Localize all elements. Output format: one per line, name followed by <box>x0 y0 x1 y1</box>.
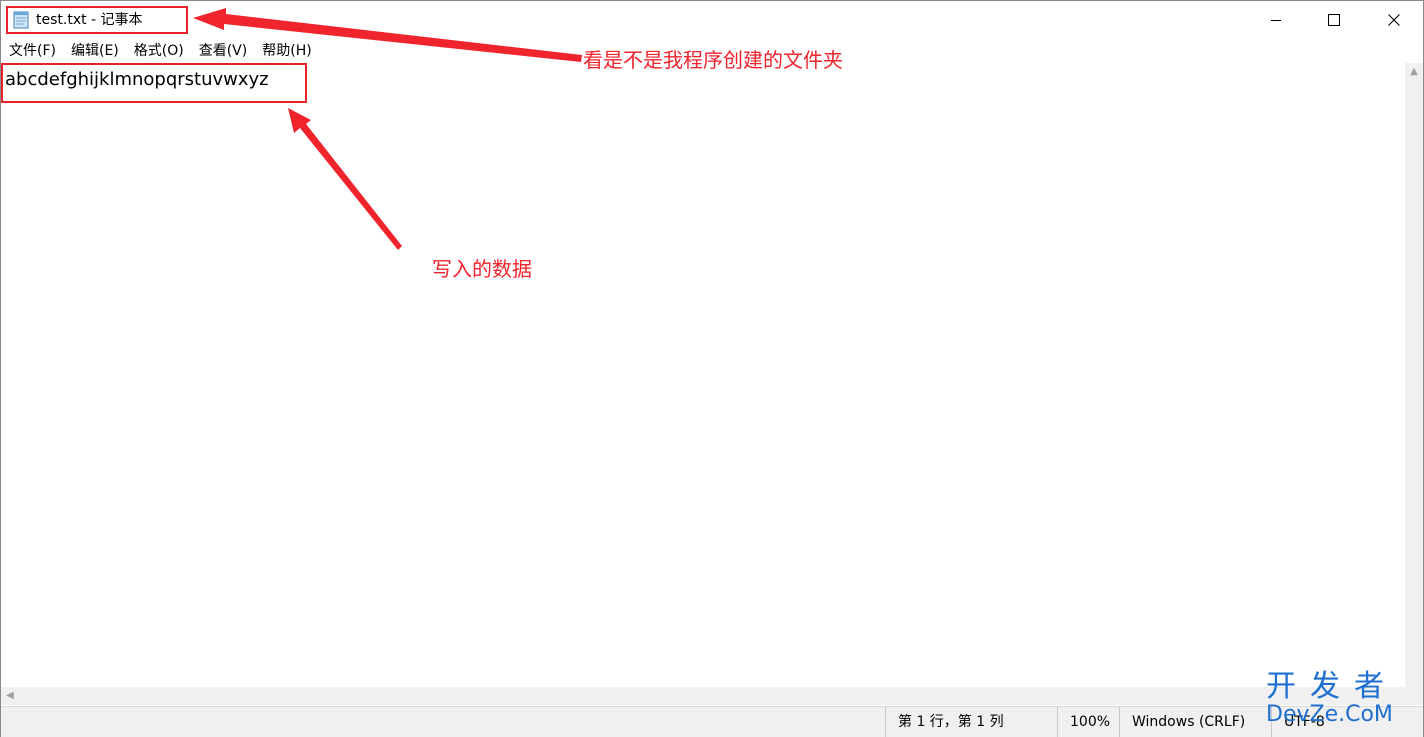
title-arrow-icon <box>193 8 582 62</box>
watermark: 开发者 DevZe.CoM <box>1266 670 1416 732</box>
watermark-line2: DevZe.CoM <box>1266 702 1393 727</box>
annotation-arrows <box>193 8 582 250</box>
watermark-line1: 开发者 <box>1266 669 1398 704</box>
content-annotation: 写入的数据 <box>432 257 532 281</box>
content-arrow-icon <box>288 108 402 250</box>
title-annotation: 看是不是我程序创建的文件夹 <box>583 48 843 72</box>
